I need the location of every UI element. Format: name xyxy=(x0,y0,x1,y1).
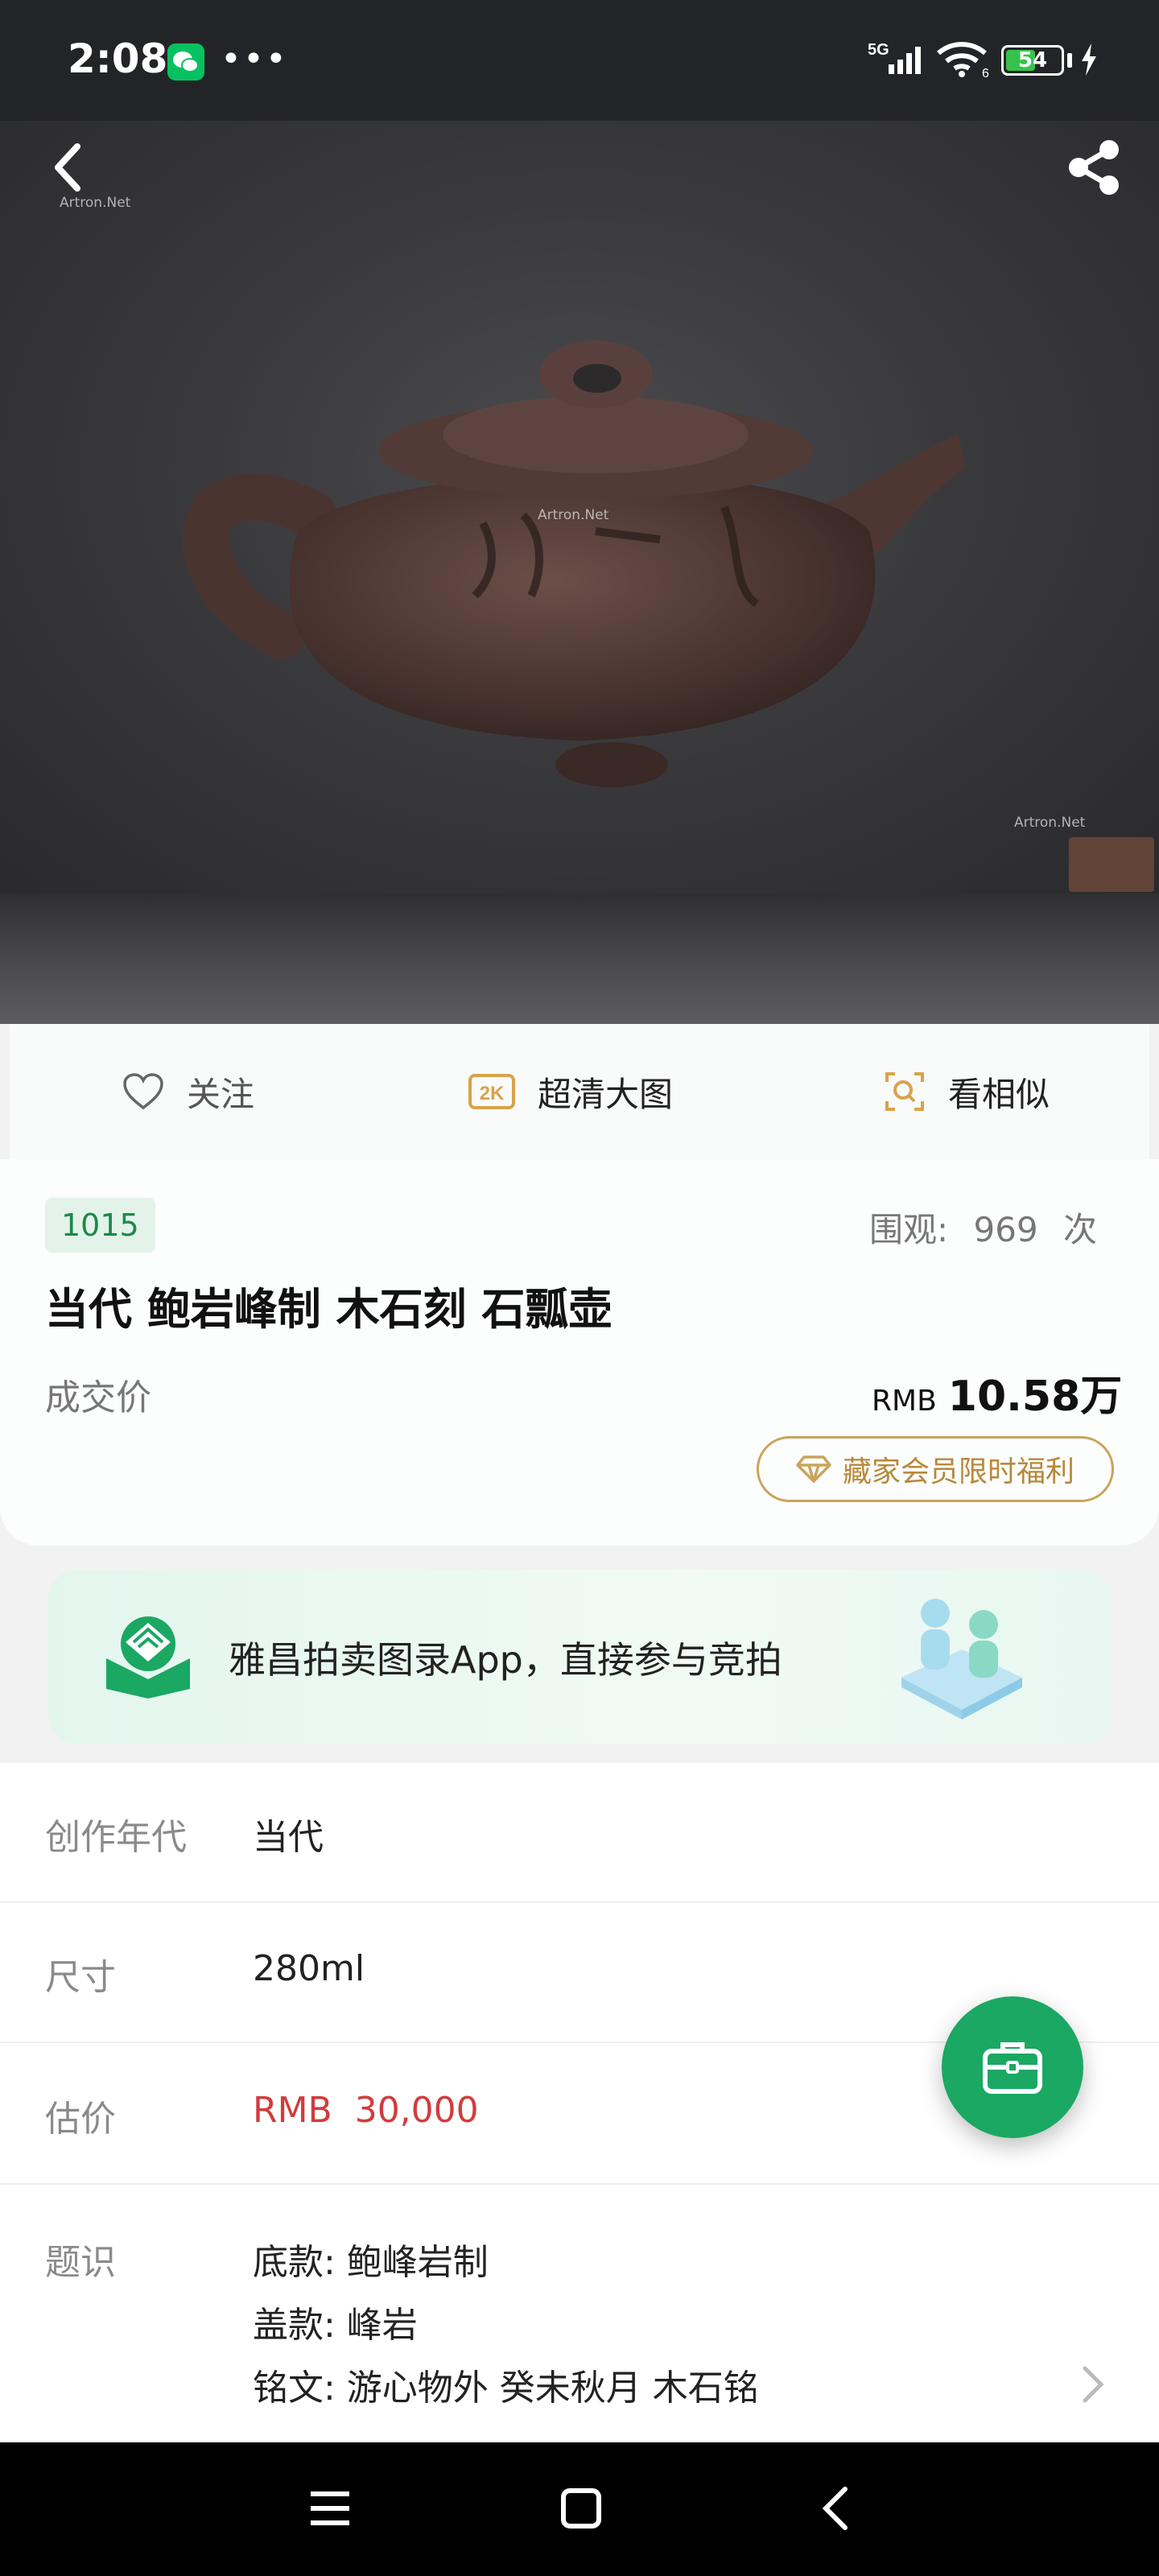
system-nav-bar xyxy=(0,2442,1159,2576)
size-label: 尺寸 xyxy=(45,1957,116,1998)
charging-icon xyxy=(1079,42,1099,80)
back-icon xyxy=(822,2487,848,2530)
system-back-button[interactable] xyxy=(813,2484,861,2536)
views-label: 围观: xyxy=(869,1210,949,1249)
lot-number-badge: 1015 xyxy=(45,1198,155,1253)
status-bar: 2:08 ••• 5G 6 54 xyxy=(0,0,1159,121)
wifi-icon: 6 xyxy=(935,40,993,82)
views-count: 969 xyxy=(973,1210,1038,1249)
watermark: Artron.Net xyxy=(60,195,131,211)
lot-title: 当代 鲍岩峰制 木石刻 石瓢壶 xyxy=(45,1284,612,1335)
detail-row-year: 创作年代 当代 xyxy=(0,1763,1159,1903)
inscription-line: 底款: 鲍峰岩制 xyxy=(253,2242,489,2283)
follow-label: 关注 xyxy=(187,1074,255,1114)
action-bar: 关注 2K 超清大图 看相似 xyxy=(10,1024,1149,1161)
battery-icon: 54 xyxy=(1001,45,1064,76)
back-button[interactable] xyxy=(42,138,100,196)
banner-text: 雅昌拍卖图录App，直接参与竞拍 xyxy=(229,1638,782,1682)
view-count: 围观: 969 次 xyxy=(869,1203,1097,1252)
wechat-icon xyxy=(167,43,204,80)
home-button[interactable] xyxy=(557,2484,605,2536)
battery-tip xyxy=(1067,53,1072,68)
size-value: 280ml xyxy=(253,1948,365,1989)
member-benefit-button[interactable]: 藏家会员限时福利 xyxy=(757,1436,1114,1502)
share-icon xyxy=(1069,140,1119,195)
svg-text:2K: 2K xyxy=(480,1083,505,1104)
estimate-label: 估价 xyxy=(45,2099,116,2140)
chevron-right-icon xyxy=(1077,2362,1109,2410)
lot-info-card: 1015 围观: 969 次 当代 鲍岩峰制 木石刻 石瓢壶 成交价 RMB 10… xyxy=(0,1159,1159,1546)
image-shadow-area xyxy=(0,894,1159,1024)
seal-stamp xyxy=(1069,837,1154,892)
inscriptions-label: 题识 xyxy=(45,2242,116,2283)
auction-illustration xyxy=(893,1589,1030,1729)
member-benefit-label: 藏家会员限时福利 xyxy=(842,1455,1074,1488)
status-time: 2:08 xyxy=(68,35,168,82)
home-icon xyxy=(561,2488,601,2529)
battery-percent: 54 xyxy=(1017,48,1048,72)
signal-icon: 5G xyxy=(868,40,929,79)
follow-button[interactable]: 关注 xyxy=(122,1024,254,1159)
inscription-line: 铭文: 游心物外 癸未秋月 木石铭 xyxy=(253,2368,759,2409)
svg-text:6: 6 xyxy=(982,67,989,79)
estimate-value: RMB 30,000 xyxy=(253,2090,479,2131)
briefcase-icon xyxy=(983,2042,1042,2094)
inscription-line: 盖款: 峰岩 xyxy=(253,2305,418,2346)
hd-image-button[interactable]: 2K 超清大图 xyxy=(468,1024,673,1159)
similar-label: 看相似 xyxy=(948,1074,1050,1114)
2k-icon: 2K xyxy=(468,1072,515,1111)
heart-icon xyxy=(122,1072,164,1111)
svg-text:5G: 5G xyxy=(868,41,889,59)
views-unit: 次 xyxy=(1063,1210,1098,1249)
deal-price-label: 成交价 xyxy=(45,1377,151,1418)
artron-app-logo xyxy=(101,1610,195,1703)
teapot-image xyxy=(161,314,998,816)
year-label: 创作年代 xyxy=(45,1817,187,1858)
image-search-icon xyxy=(884,1071,926,1113)
similar-button[interactable]: 看相似 xyxy=(884,1024,1050,1159)
year-value: 当代 xyxy=(253,1817,324,1858)
share-button[interactable] xyxy=(1064,137,1125,198)
menu-icon xyxy=(311,2491,349,2525)
price-currency: RMB xyxy=(872,1385,937,1418)
status-more-icon: ••• xyxy=(221,39,288,80)
deal-price: RMB 10.58万 xyxy=(872,1362,1122,1422)
watermark: Artron.Net xyxy=(1014,815,1086,831)
diamond-icon xyxy=(796,1455,831,1483)
price-value: 10.58万 xyxy=(947,1373,1123,1421)
watermark: Artron.Net xyxy=(538,507,609,523)
app-download-banner[interactable]: 雅昌拍卖图录App，直接参与竞拍 xyxy=(48,1570,1112,1744)
recent-apps-button[interactable] xyxy=(306,2484,354,2536)
hd-image-label: 超清大图 xyxy=(538,1074,674,1114)
toolbox-button[interactable] xyxy=(942,1996,1083,2138)
detail-row-inscriptions[interactable]: 题识 底款: 鲍峰岩制 盖款: 峰岩 铭文: 游心物外 癸未秋月 木石铭 xyxy=(0,2185,1159,2442)
